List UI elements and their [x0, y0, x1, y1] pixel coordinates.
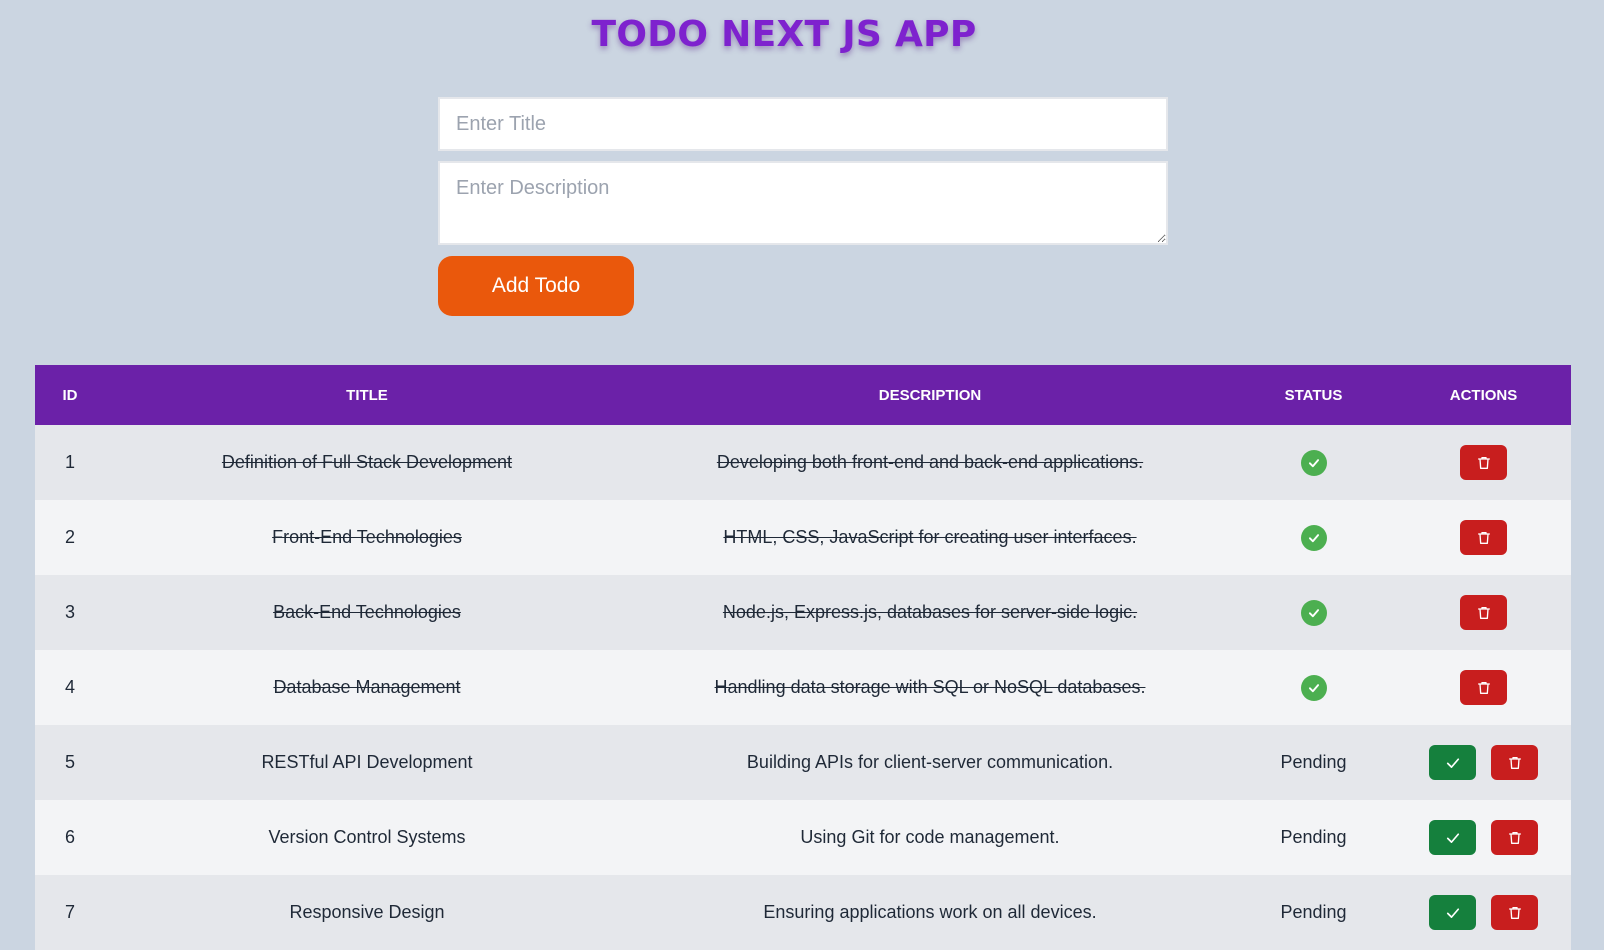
title-input[interactable]	[438, 97, 1168, 151]
column-header-status: STATUS	[1284, 386, 1343, 404]
cell-id: 2	[64, 527, 75, 547]
check-circle-icon	[1300, 449, 1327, 476]
cell-id: 3	[64, 602, 75, 622]
cell-id: 5	[64, 752, 75, 772]
cell-actions	[1396, 425, 1571, 500]
check-circle-icon	[1300, 674, 1327, 701]
page-title: TODO NEXT JS APP	[591, 14, 977, 55]
cell-description: Handling data storage with SQL or NoSQL …	[714, 677, 1146, 697]
todo-table-container: ID TITLE DESCRIPTION STATUS ACTIONS 1 Def…	[35, 365, 1571, 950]
delete-button[interactable]	[1491, 895, 1538, 930]
trash-icon	[1507, 905, 1523, 921]
cell-id: 7	[64, 902, 75, 922]
status-text: Pending	[1280, 902, 1347, 922]
table-row: 6 Version Control Systems Using Git for co…	[35, 800, 1571, 875]
cell-description: Using Git for code management.	[800, 827, 1060, 847]
cell-description: Building APIs for client-server communic…	[746, 752, 1114, 772]
column-header-description: DESCRIPTION	[878, 386, 982, 404]
add-todo-button[interactable]: Add Todo	[438, 256, 634, 316]
check-icon	[1444, 754, 1462, 772]
cell-status	[1231, 650, 1396, 725]
cell-status: Pending	[1231, 875, 1396, 950]
delete-button[interactable]	[1460, 595, 1507, 630]
cell-actions	[1396, 575, 1571, 650]
cell-description: Developing both front-end and back-end a…	[716, 452, 1144, 472]
delete-button[interactable]	[1491, 820, 1538, 855]
cell-title: Database Management	[273, 677, 461, 697]
trash-icon	[1507, 755, 1523, 771]
trash-icon	[1507, 830, 1523, 846]
table-row: 3 Back-End Technologies Node.js, Express.j…	[35, 575, 1571, 650]
check-circle-icon	[1300, 599, 1327, 626]
cell-title: Responsive Design	[289, 902, 445, 922]
cell-status	[1231, 575, 1396, 650]
description-input[interactable]	[438, 161, 1168, 245]
cell-title: Version Control Systems	[268, 827, 466, 847]
cell-status: Pending	[1231, 800, 1396, 875]
cell-id: 6	[64, 827, 75, 847]
cell-actions	[1396, 875, 1571, 950]
cell-actions	[1396, 650, 1571, 725]
todo-table: ID TITLE DESCRIPTION STATUS ACTIONS 1 Def…	[35, 365, 1571, 950]
todo-form: Add Todo	[438, 97, 1168, 316]
cell-actions	[1396, 500, 1571, 575]
table-row: 1 Definition of Full Stack Development Dev…	[35, 425, 1571, 500]
cell-status	[1231, 500, 1396, 575]
cell-id: 1	[64, 452, 75, 472]
delete-button[interactable]	[1460, 520, 1507, 555]
trash-icon	[1476, 530, 1492, 546]
trash-icon	[1476, 455, 1492, 471]
status-text: Pending	[1280, 827, 1347, 847]
status-text: Pending	[1280, 752, 1347, 772]
table-row: 5 RESTful API Development Building APIs fo…	[35, 725, 1571, 800]
cell-title: RESTful API Development	[261, 752, 473, 772]
delete-button[interactable]	[1460, 670, 1507, 705]
check-circle-icon	[1300, 524, 1327, 551]
table-header-row: ID TITLE DESCRIPTION STATUS ACTIONS	[35, 365, 1571, 425]
check-icon	[1444, 904, 1462, 922]
table-row: 4 Database Management Handling data storag…	[35, 650, 1571, 725]
column-header-title: TITLE	[346, 386, 388, 404]
cell-description: Node.js, Express.js, databases for serve…	[722, 602, 1138, 622]
column-header-actions: ACTIONS	[1449, 386, 1518, 404]
delete-button[interactable]	[1491, 745, 1538, 780]
cell-id: 4	[64, 677, 75, 697]
cell-status	[1231, 425, 1396, 500]
complete-button[interactable]	[1429, 820, 1476, 855]
cell-title: Front-End Technologies	[272, 527, 462, 547]
trash-icon	[1476, 605, 1492, 621]
complete-button[interactable]	[1429, 745, 1476, 780]
cell-actions	[1396, 725, 1571, 800]
column-header-id: ID	[62, 386, 78, 404]
table-row: 2 Front-End Technologies HTML, CSS, JavaSc…	[35, 500, 1571, 575]
cell-title: Back-End Technologies	[273, 602, 461, 622]
complete-button[interactable]	[1429, 895, 1476, 930]
cell-title: Definition of Full Stack Development	[221, 452, 513, 472]
check-icon	[1444, 829, 1462, 847]
trash-icon	[1476, 680, 1492, 696]
cell-actions	[1396, 800, 1571, 875]
delete-button[interactable]	[1460, 445, 1507, 480]
table-row: 7 Responsive Design Ensuring applications …	[35, 875, 1571, 950]
cell-description: HTML, CSS, JavaScript for creating user …	[723, 527, 1137, 547]
table-body: 1 Definition of Full Stack Development Dev…	[35, 425, 1571, 950]
cell-status: Pending	[1231, 725, 1396, 800]
cell-description: Ensuring applications work on all device…	[763, 902, 1097, 922]
